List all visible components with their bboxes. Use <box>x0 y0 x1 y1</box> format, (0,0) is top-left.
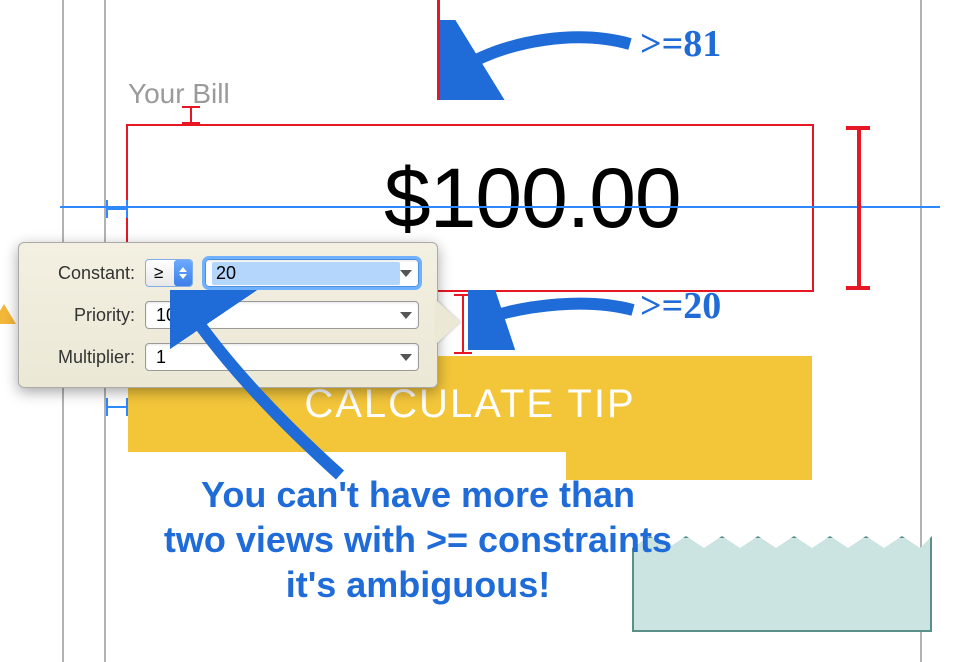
popover-pointer <box>436 300 460 344</box>
bill-field-label: Your Bill <box>128 78 230 110</box>
multiplier-value: 1 <box>156 347 400 368</box>
chevron-down-icon <box>400 270 412 277</box>
annotation-body-line3: it's ambiguous! <box>108 562 728 607</box>
constant-label: Constant: <box>37 263 145 284</box>
constraint-indicator-top-small[interactable] <box>182 106 200 124</box>
multiplier-field[interactable]: 1 <box>145 343 419 371</box>
warning-icon <box>0 304 16 324</box>
leading-margin-indicator-field[interactable] <box>106 200 128 218</box>
leading-margin-indicator-button[interactable] <box>106 398 128 416</box>
annotation-body: You can't have more than two views with … <box>108 472 728 607</box>
priority-value: 10 <box>156 305 400 326</box>
arrow-to-top-constraint <box>440 20 640 100</box>
annotation-ge20: >=20 <box>640 284 721 328</box>
bill-amount-value: $100.00 <box>384 150 681 247</box>
priority-label: Priority: <box>37 305 145 326</box>
constraint-height-bracket[interactable] <box>846 126 870 290</box>
constraint-guide-top <box>437 0 440 100</box>
chevron-down-icon <box>400 312 412 319</box>
priority-field[interactable]: 10 <box>145 301 419 329</box>
annotation-ge81: >=81 <box>640 22 721 66</box>
annotation-body-line1: You can't have more than <box>108 472 728 517</box>
arrow-to-bottom-constraint <box>468 290 638 350</box>
constant-field[interactable]: 20 <box>205 259 419 287</box>
constraint-inspector-popover[interactable]: Constant: ≥ 20 Priority: 10 Multiplier: … <box>18 242 438 388</box>
constant-value: 20 <box>212 262 400 285</box>
calculate-tip-label: CALCULATE TIP <box>304 382 635 427</box>
multiplier-label: Multiplier: <box>37 347 145 368</box>
selection-guide-center-h <box>60 206 940 208</box>
annotation-body-line2: two views with >= constraints <box>108 517 728 562</box>
stepper-icon <box>174 260 192 286</box>
relation-select[interactable]: ≥ <box>145 259 193 287</box>
chevron-down-icon <box>400 354 412 361</box>
relation-value: ≥ <box>154 263 163 283</box>
